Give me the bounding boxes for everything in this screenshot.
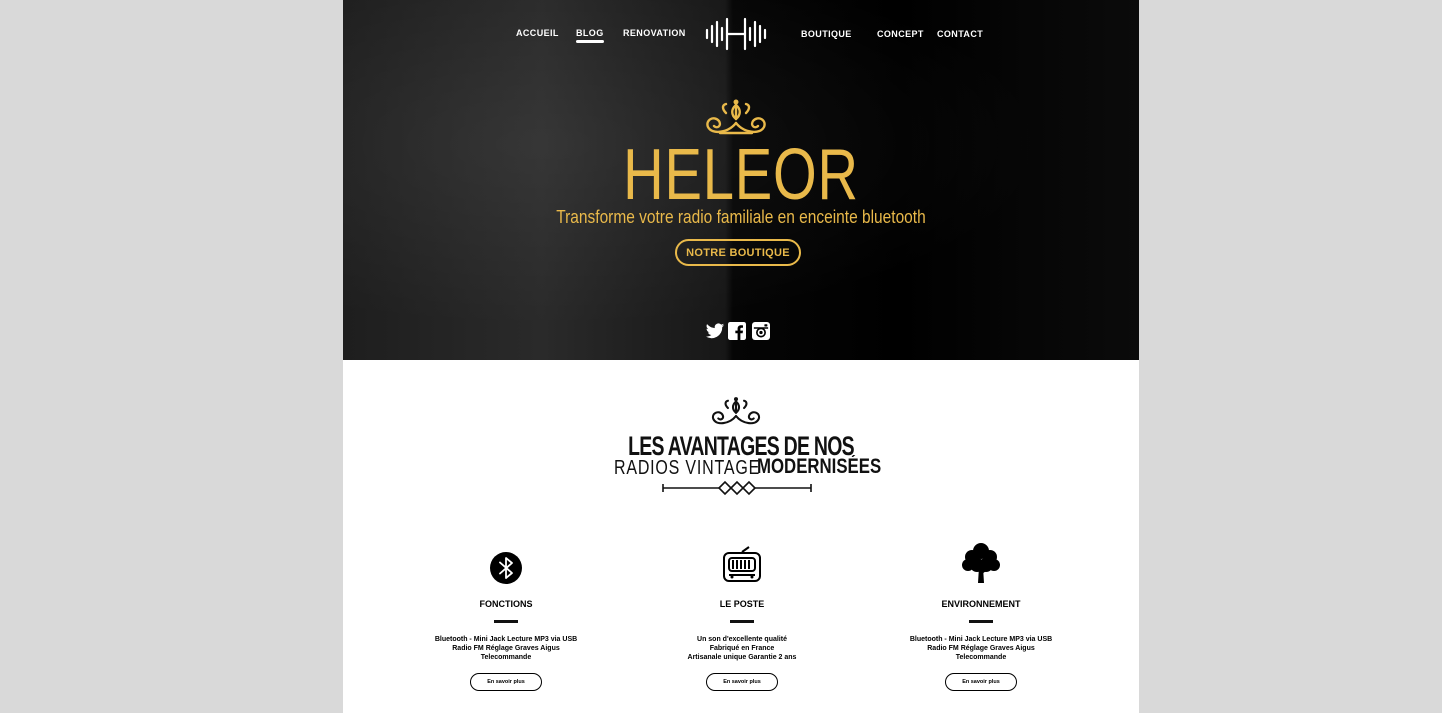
section-title-modernisees: MODERNISÉES — [757, 455, 882, 478]
feature-line: Telecommande — [955, 654, 1007, 661]
hero-banner: ACCUEIL BLOG RENOVATION BOUTIQUE CONCEPT… — [343, 0, 1139, 360]
nav-boutique[interactable]: BOUTIQUE — [801, 29, 852, 39]
feature-line: Un son d'excellente qualité — [697, 636, 787, 643]
feature-line: Telecommande — [480, 654, 532, 661]
brand-title: HELEOR — [623, 135, 859, 215]
nav-blog[interactable]: BLOG — [576, 28, 604, 43]
feature-divider — [969, 620, 993, 623]
instagram-icon[interactable] — [752, 322, 770, 340]
feature-divider — [730, 620, 754, 623]
section-title-line1: LES AVANTAGES DE NOS — [628, 431, 854, 461]
learn-more-button[interactable]: En savoir plus — [945, 673, 1017, 691]
feature-title: FONCTIONS — [479, 599, 533, 609]
heleor-logo-icon[interactable] — [703, 17, 769, 51]
page: ACCUEIL BLOG RENOVATION BOUTIQUE CONCEPT… — [343, 0, 1139, 713]
learn-more-button[interactable]: En savoir plus — [470, 673, 542, 691]
feature-fonctions: FONCTIONS Bluetooth - Mini Jack Lecture … — [406, 540, 606, 691]
gold-ornament-icon — [706, 99, 766, 135]
section-title-vintage: RADIOS VINTAGE — [614, 457, 761, 479]
facebook-icon[interactable] — [728, 322, 746, 340]
radio-icon — [723, 546, 761, 582]
shop-button[interactable]: NOTRE BOUTIQUE — [675, 239, 801, 266]
feature-description: Bluetooth - Mini Jack Lecture MP3 via US… — [881, 635, 1081, 662]
feature-description: Bluetooth - Mini Jack Lecture MP3 via US… — [406, 635, 606, 662]
feature-title: LE POSTE — [719, 599, 765, 609]
nav-contact[interactable]: CONTACT — [937, 29, 983, 39]
nav-renovation[interactable]: RENOVATION — [623, 28, 686, 38]
feature-le-poste: LE POSTE Un son d'excellente qualité Fab… — [642, 540, 842, 691]
feature-line: Bluetooth - Mini Jack Lecture MP3 via US… — [909, 636, 1053, 643]
nav-concept[interactable]: CONCEPT — [877, 29, 924, 39]
tree-icon — [962, 543, 1000, 583]
nav-accueil[interactable]: ACCUEIL — [516, 28, 559, 38]
hero-tagline: Transforme votre radio familiale en ence… — [556, 207, 926, 227]
feature-line: Artisanale unique Garantie 2 ans — [687, 654, 797, 661]
twitter-icon[interactable] — [705, 321, 725, 341]
feature-divider — [494, 620, 518, 623]
bluetooth-icon — [490, 552, 522, 584]
feature-line: Fabriqué en France — [709, 645, 775, 652]
black-ornament-icon — [711, 397, 761, 425]
feature-title: ENVIRONNEMENT — [941, 599, 1021, 609]
feature-description: Un son d'excellente qualité Fabriqué en … — [642, 635, 842, 662]
feature-line: Radio FM Réglage Graves Aigus — [927, 645, 1035, 652]
decorative-divider — [662, 480, 812, 496]
feature-line: Radio FM Réglage Graves Aigus — [452, 645, 560, 652]
feature-line: Bluetooth - Mini Jack Lecture MP3 via US… — [434, 636, 578, 643]
learn-more-button[interactable]: En savoir plus — [706, 673, 778, 691]
feature-environnement: ENVIRONNEMENT Bluetooth - Mini Jack Lect… — [881, 540, 1081, 691]
